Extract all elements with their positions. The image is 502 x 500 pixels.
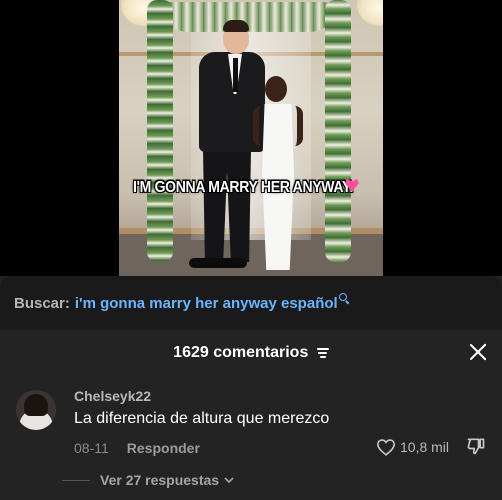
wall-lamp-right: [357, 0, 383, 26]
comment-item: Chelseyk22 La diferencia de altura que m…: [0, 378, 502, 468]
video-frame: I'M GONNA MARRY HER ANYWAY.: [119, 0, 383, 276]
video-caption: I'M GONNA MARRY HER ANYWAY.: [133, 176, 354, 196]
video-player[interactable]: I'M GONNA MARRY HER ANYWAY.: [0, 0, 502, 276]
groom-tie: [233, 58, 238, 92]
comments-sheet: Buscar: i'm gonna marry her anyway españ…: [0, 276, 502, 500]
bride-head: [265, 76, 287, 102]
like-count: 10,8 mil: [400, 439, 450, 455]
avatar-hair: [24, 394, 48, 416]
view-replies-label: Ver 27 respuestas: [100, 472, 220, 488]
reply-button[interactable]: Responder: [127, 440, 200, 456]
comment-meta: 08-11 Responder: [74, 440, 200, 456]
avatar[interactable]: [16, 390, 56, 430]
replies-divider: [62, 479, 90, 481]
flower-arch-right: [325, 0, 351, 262]
search-prefix: Buscar:: [14, 294, 70, 312]
chevron-down-icon: [224, 477, 234, 484]
groom-hair: [223, 20, 249, 32]
dislike-icon[interactable]: [466, 436, 486, 456]
flower-arch-top: [159, 2, 339, 32]
close-icon[interactable]: [468, 342, 488, 362]
search-suggestion-bar[interactable]: Buscar: i'm gonna marry her anyway españ…: [0, 276, 502, 330]
like-button[interactable]: 10,8 mil: [376, 438, 449, 456]
groom-shoes: [189, 258, 247, 268]
heart-icon[interactable]: [376, 438, 396, 456]
comment-count-title[interactable]: 1629 comentarios: [0, 344, 502, 362]
comments-header: 1629 comentarios: [0, 330, 502, 374]
search-query-link[interactable]: i'm gonna marry her anyway español: [75, 295, 338, 312]
comment-date: 08-11: [74, 440, 109, 456]
flower-arch-left: [147, 0, 173, 262]
filter-icon[interactable]: [316, 347, 329, 358]
comment-username[interactable]: Chelseyk22: [74, 388, 151, 404]
comment-count-label: 1629 comentarios: [173, 344, 309, 361]
search-icon[interactable]: [338, 293, 349, 303]
view-replies-button[interactable]: Ver 27 respuestas: [62, 472, 234, 488]
comment-text: La diferencia de altura que merezco: [74, 410, 330, 427]
